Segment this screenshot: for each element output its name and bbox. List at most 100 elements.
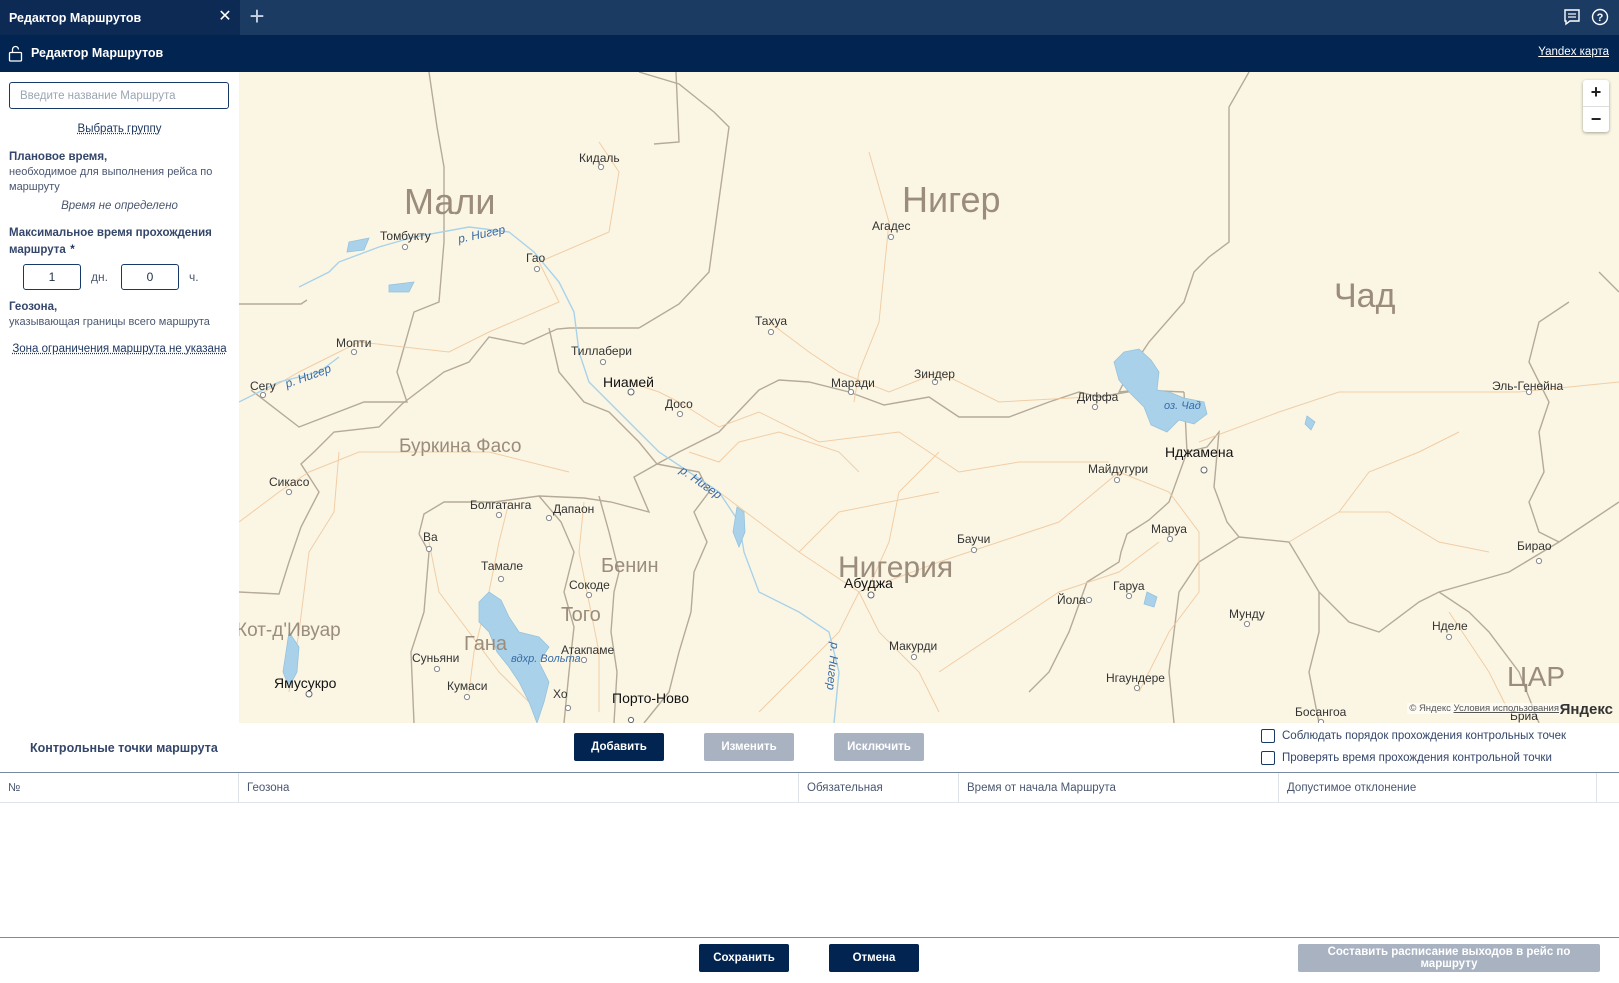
time-checkbox[interactable] (1261, 751, 1275, 765)
country-labels: Мали Нигер Чад Буркина Фасо Бенин Нигери… (239, 179, 1565, 692)
zoom-in-button[interactable]: + (1583, 80, 1609, 106)
route-name-input[interactable] (9, 82, 229, 109)
tab-title: Редактор Маршрутов (9, 10, 142, 25)
route-sidebar: Выбрать группу Плановое время, необходим… (0, 72, 239, 723)
tab-route-editor[interactable]: Редактор Маршрутов ✕ (0, 0, 240, 35)
max-time-block: Максимальное время прохождения маршрута … (9, 224, 234, 258)
order-check-label: Соблюдать порядок прохождения контрольны… (1282, 730, 1567, 742)
column-allowed-deviation[interactable]: Допустимое отклонение (1279, 773, 1597, 802)
water-label: оз. Чад (1164, 400, 1201, 412)
country-label: Гана (464, 633, 508, 655)
city-marker: Мунду (1229, 607, 1265, 628)
time-check-row[interactable]: Проверять время прохождения контрольной … (1261, 751, 1552, 765)
city-marker: Ниамей (603, 374, 654, 396)
svg-text:Тахуа: Тахуа (755, 314, 787, 328)
tab-bar: Редактор Маршрутов ✕ + ? (0, 0, 1619, 35)
svg-text:Дапаон: Дапаон (553, 502, 594, 516)
city-marker: Йола (1057, 592, 1093, 607)
copyright-text: © Яндекс (1409, 703, 1451, 714)
cancel-button[interactable]: Отмена (829, 944, 919, 972)
schedule-button[interactable]: Составить расписание выходов в рейс по м… (1298, 944, 1600, 972)
hours-input[interactable] (120, 264, 179, 290)
order-check-row[interactable]: Соблюдать порядок прохождения контрольны… (1261, 729, 1566, 743)
add-tab-icon[interactable]: + (246, 3, 268, 29)
svg-text:Мопти: Мопти (336, 336, 372, 350)
yandex-logo[interactable]: Яндекс (1560, 701, 1613, 718)
svg-text:Мунду: Мунду (1229, 607, 1265, 621)
city-marker: Сикасо (269, 475, 310, 496)
country-label: ЦАР (1507, 661, 1565, 692)
geozone-block: Геозона, указывающая границы всего маршр… (9, 300, 234, 330)
terms-link[interactable]: Условия использования (1454, 703, 1559, 714)
svg-text:Ямусукро: Ямусукро (274, 675, 337, 691)
city-marker: Агадес (872, 219, 910, 241)
svg-text:Эль-Генейна: Эль-Генейна (1492, 379, 1563, 393)
city-marker: Томбукту (380, 229, 431, 251)
planned-time-desc: необходимое для выполнения рейса по марш… (9, 166, 213, 193)
lock-open-icon[interactable] (8, 45, 23, 62)
city-marker: Ямусукро (274, 675, 337, 698)
choose-group-link[interactable]: Выбрать группу (0, 123, 239, 135)
city-marker: Бирао (1517, 539, 1552, 565)
city-marker: Суньяни (412, 651, 459, 673)
planned-time-value: Время не определено (61, 200, 178, 212)
city-marker: Тиллабери (571, 344, 632, 366)
svg-text:Баучи: Баучи (957, 532, 990, 546)
exclude-checkpoint-button[interactable]: Исключить (834, 733, 924, 761)
zoom-control: + − (1583, 80, 1609, 132)
city-marker: Болгатанга (470, 498, 532, 519)
city-marker: Маруа (1151, 522, 1187, 543)
checkpoints-title: Контрольные точки маршрута (30, 741, 218, 755)
city-marker: Абуджа (844, 575, 893, 599)
days-unit: дн. (91, 270, 108, 284)
column-number[interactable]: № (0, 773, 239, 802)
column-time-from-start[interactable]: Время от начала Маршрута (959, 773, 1279, 802)
svg-text:Кидаль: Кидаль (579, 151, 620, 165)
country-label: Бенин (601, 555, 659, 577)
table-bottom-divider (0, 937, 1619, 938)
column-required[interactable]: Обязательная (799, 773, 959, 802)
city-marker: Ва (423, 530, 438, 553)
city-marker: Досо (665, 397, 693, 418)
close-icon[interactable]: ✕ (216, 8, 234, 26)
hours-unit: ч. (188, 270, 199, 284)
required-mark: * (70, 244, 75, 256)
max-time-label: Максимальное время прохождения маршрута (9, 227, 212, 256)
geozone-desc: указывающая границы всего маршрута (9, 316, 210, 328)
svg-text:Кумаси: Кумаси (447, 679, 487, 693)
svg-text:Босангоа: Босангоа (1295, 705, 1347, 719)
svg-text:Маради: Маради (831, 376, 875, 390)
svg-text:Нджамена: Нджамена (1165, 444, 1234, 460)
planned-time-block: Плановое время, необходимое для выполнен… (9, 150, 234, 195)
route-zone-link[interactable]: Зона ограничения маршрута не указана (0, 343, 239, 355)
time-check-label: Проверять время прохождения контрольной … (1282, 752, 1552, 764)
app-header: Редактор Маршрутов Yandex карта (0, 35, 1619, 72)
svg-text:?: ? (1597, 12, 1604, 24)
map-view[interactable]: Мали Нигер Чад Буркина Фасо Бенин Нигери… (239, 72, 1619, 723)
city-marker: Тамале (481, 559, 523, 583)
water-label: р. Нигер (676, 462, 724, 502)
svg-text:Нгаундере: Нгаундере (1106, 671, 1165, 685)
yandex-map-link[interactable]: Yandex карта (1538, 46, 1609, 58)
svg-text:Сокоде: Сокоде (569, 578, 610, 592)
svg-text:Ниамей: Ниамей (603, 374, 654, 390)
save-button[interactable]: Сохранить (699, 944, 789, 972)
zoom-out-button[interactable]: − (1583, 106, 1609, 133)
svg-text:Абуджа: Абуджа (844, 575, 893, 591)
map-canvas[interactable]: Мали Нигер Чад Буркина Фасо Бенин Нигери… (239, 72, 1619, 723)
svg-text:Гаруа: Гаруа (1113, 579, 1145, 593)
country-label: Того (561, 604, 601, 626)
chat-icon[interactable] (1563, 8, 1581, 26)
svg-text:Гао: Гао (526, 251, 545, 265)
order-checkbox[interactable] (1261, 729, 1275, 743)
edit-checkpoint-button[interactable]: Изменить (704, 733, 794, 761)
add-checkpoint-button[interactable]: Добавить (574, 733, 664, 761)
column-geozone[interactable]: Геозона (239, 773, 799, 802)
svg-text:Порто-Ново: Порто-Ново (612, 690, 689, 706)
city-marker: Нгаундере (1106, 671, 1165, 692)
help-icon[interactable]: ? (1591, 8, 1609, 26)
city-marker: Нделе (1432, 619, 1468, 641)
water-label: р. Нигер (824, 641, 842, 691)
days-input[interactable] (23, 264, 81, 290)
svg-text:Хо: Хо (553, 687, 568, 701)
